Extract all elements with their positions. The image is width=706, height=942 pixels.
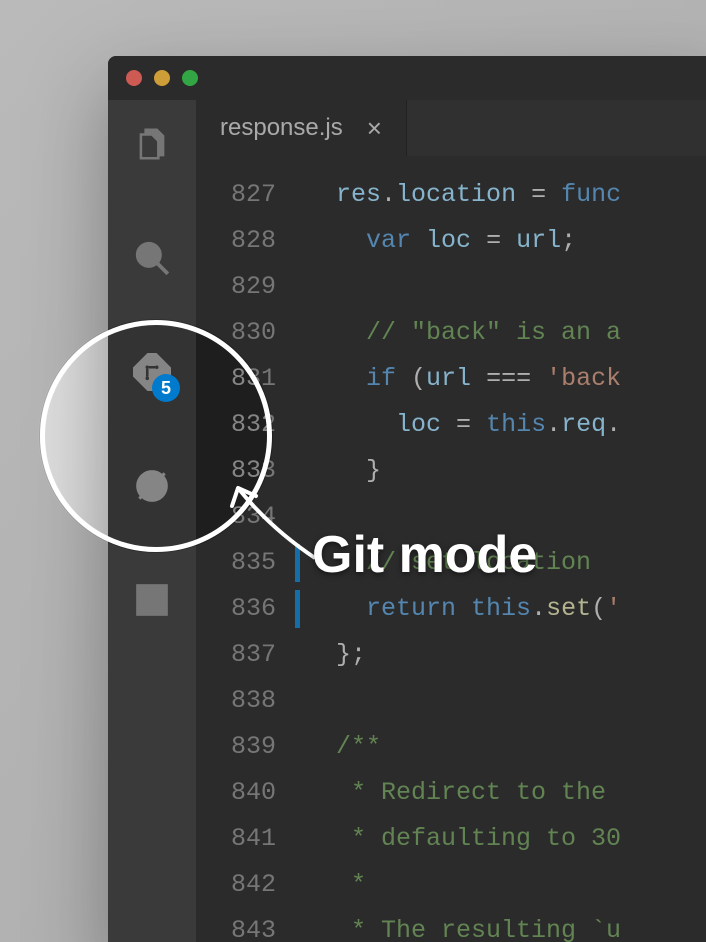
code-line[interactable]: 838 (196, 678, 706, 724)
line-content[interactable]: } (306, 448, 381, 494)
files-icon (133, 125, 171, 168)
code-line[interactable]: 830 // "back" is an a (196, 310, 706, 356)
window-minimize-button[interactable] (154, 70, 170, 86)
line-number: 838 (196, 678, 306, 724)
line-number: 828 (196, 218, 306, 264)
line-content[interactable]: loc = this.req. (306, 402, 621, 448)
line-content[interactable]: // "back" is an a (306, 310, 621, 356)
line-number: 835 (196, 540, 306, 586)
tab-response-js[interactable]: response.js × (196, 100, 407, 156)
line-number: 834 (196, 494, 306, 540)
line-number: 839 (196, 724, 306, 770)
editor-window: 5 (108, 56, 706, 942)
code-line[interactable]: 827 res.location = func (196, 172, 706, 218)
code-line[interactable]: 841 * defaulting to 30 (196, 816, 706, 862)
activity-debug[interactable] (130, 466, 174, 510)
activity-git[interactable]: 5 (130, 352, 174, 396)
activity-bar: 5 (108, 100, 196, 942)
editor-area: response.js × 827 res.location = func828… (196, 100, 706, 942)
line-content[interactable]: return this.set(' (306, 586, 621, 632)
line-number: 827 (196, 172, 306, 218)
close-icon[interactable]: × (367, 115, 382, 141)
line-number: 831 (196, 356, 306, 402)
line-content[interactable]: if (url === 'back (306, 356, 621, 402)
line-content[interactable]: /** (306, 724, 381, 770)
code-line[interactable]: 843 * The resulting `u (196, 908, 706, 942)
line-number: 832 (196, 402, 306, 448)
line-number: 830 (196, 310, 306, 356)
code-line[interactable]: 835 // set location (196, 540, 706, 586)
line-content[interactable]: * Redirect to the (306, 770, 621, 816)
code-line[interactable]: 836 return this.set(' (196, 586, 706, 632)
window-close-button[interactable] (126, 70, 142, 86)
line-content[interactable]: }; (306, 632, 366, 678)
activity-search[interactable] (130, 238, 174, 282)
tab-label: response.js (220, 114, 343, 142)
line-number: 841 (196, 816, 306, 862)
code-line[interactable]: 834 (196, 494, 706, 540)
search-icon (133, 239, 171, 282)
line-number: 843 (196, 908, 306, 942)
line-number: 837 (196, 632, 306, 678)
line-number: 842 (196, 862, 306, 908)
code-line[interactable]: 828 var loc = url; (196, 218, 706, 264)
line-number: 836 (196, 586, 306, 632)
code-line[interactable]: 831 if (url === 'back (196, 356, 706, 402)
code-line[interactable]: 837 }; (196, 632, 706, 678)
line-number: 829 (196, 264, 306, 310)
code-line[interactable]: 833 } (196, 448, 706, 494)
code-line[interactable]: 839 /** (196, 724, 706, 770)
titlebar (108, 56, 706, 100)
code-line[interactable]: 829 (196, 264, 706, 310)
debug-icon (133, 467, 171, 510)
line-content[interactable]: var loc = url; (306, 218, 576, 264)
code-editor[interactable]: 827 res.location = func828 var loc = url… (196, 156, 706, 942)
activity-explorer[interactable] (130, 124, 174, 168)
extensions-icon (133, 581, 171, 624)
line-content[interactable]: res.location = func (306, 172, 621, 218)
code-line[interactable]: 842 * (196, 862, 706, 908)
line-content[interactable]: * defaulting to 30 (306, 816, 621, 862)
line-content[interactable]: * The resulting `u (306, 908, 621, 942)
line-number: 840 (196, 770, 306, 816)
code-line[interactable]: 832 loc = this.req. (196, 402, 706, 448)
window-zoom-button[interactable] (182, 70, 198, 86)
line-number: 833 (196, 448, 306, 494)
activity-extensions[interactable] (130, 580, 174, 624)
line-content[interactable]: * (306, 862, 366, 908)
line-content[interactable]: // set location (306, 540, 591, 586)
code-line[interactable]: 840 * Redirect to the (196, 770, 706, 816)
git-badge: 5 (152, 374, 180, 402)
tab-bar: response.js × (196, 100, 706, 156)
